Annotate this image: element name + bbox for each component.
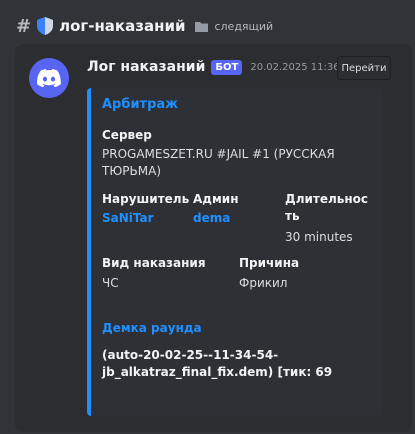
folder-icon: [195, 21, 209, 32]
bot-badge: БОТ: [211, 59, 243, 75]
demo-label: Демка раунда: [102, 321, 202, 335]
hash-icon: #: [16, 15, 32, 37]
channel-name[interactable]: лог-наказаний: [59, 17, 185, 35]
duration-label-line2: ть: [285, 209, 300, 223]
author-name[interactable]: Лог наказаний: [87, 59, 205, 75]
duration-value: 30 minutes: [285, 230, 353, 244]
violator-value[interactable]: SaNiTar: [102, 210, 154, 226]
timestamp: 20.02.2025 11:36: [250, 61, 340, 73]
message-header: Лог наказаний БОТ 20.02.2025 11:36: [87, 59, 340, 75]
discord-logo-icon: [37, 69, 61, 87]
admin-label: Админ: [193, 192, 239, 206]
duration-label-line1: Длительнос: [285, 192, 369, 206]
embed-title: Арбитраж: [102, 97, 179, 112]
shield-icon: [37, 17, 54, 35]
punishment-label: Вид наказания: [102, 256, 206, 270]
violator-label: Нарушитель: [102, 192, 190, 206]
reason-label: Причина: [239, 256, 300, 270]
follow-label[interactable]: следящий: [214, 20, 273, 33]
punishment-value: ЧС: [102, 276, 119, 290]
goto-button[interactable]: Перейти: [337, 56, 391, 80]
demo-value-line2: jb_alkatraz_final_fix.dem) [тик: 69: [102, 365, 333, 379]
avatar[interactable]: [29, 58, 69, 98]
reason-value: Фрикил: [239, 276, 288, 290]
demo-value-line1: (auto-20-02-25--11-34-54-: [102, 348, 279, 362]
server-value-line2: ТЮРЬМА): [102, 164, 161, 178]
server-value-line1: PROGAMESZET.RU #JAIL #1 (РУССКАЯ: [102, 147, 335, 161]
server-label: Сервер: [102, 128, 152, 142]
admin-value[interactable]: dema: [193, 210, 230, 226]
